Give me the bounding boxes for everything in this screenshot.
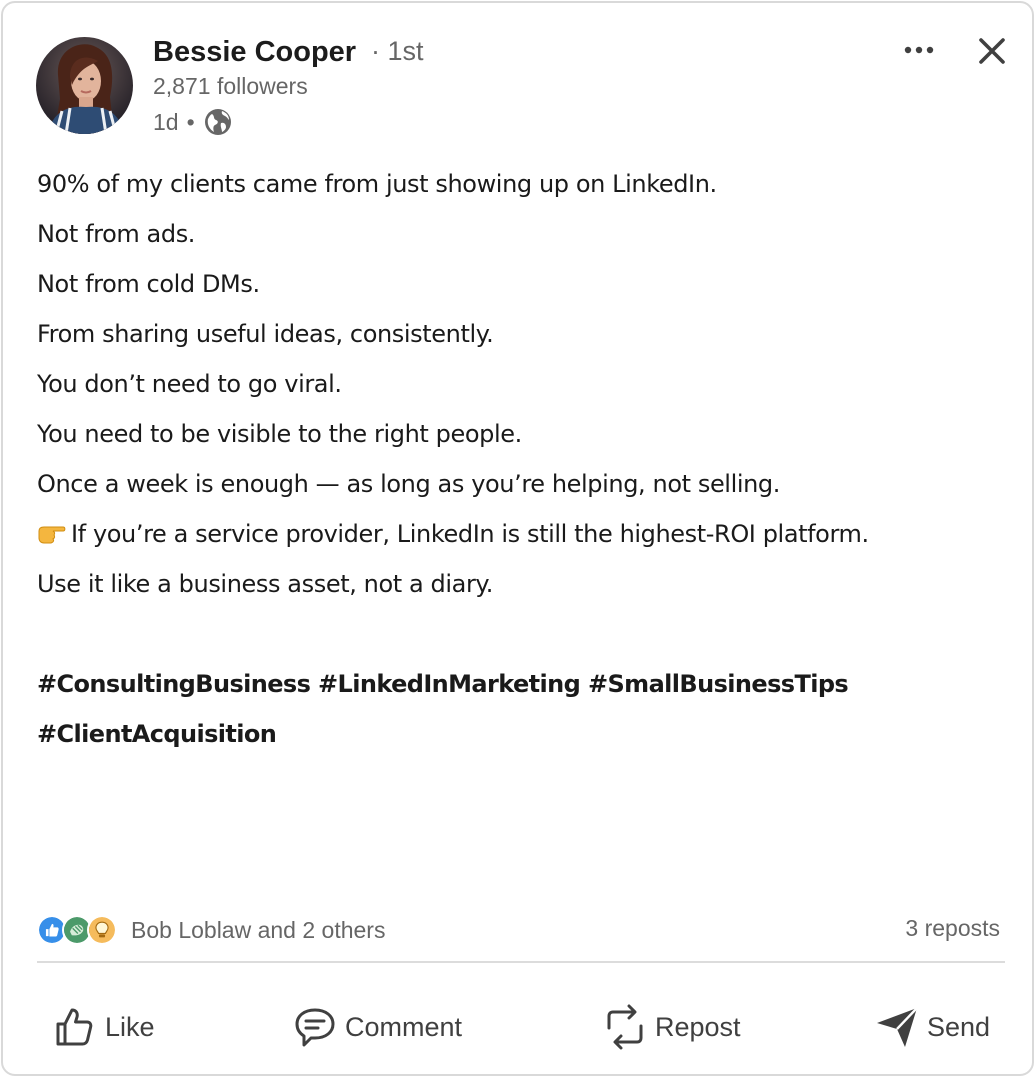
repost-icon	[607, 1004, 643, 1050]
reactors-text[interactable]: Bob Loblaw and 2 others	[131, 917, 385, 944]
more-options-icon[interactable]	[901, 35, 937, 65]
repost-label: Repost	[655, 1011, 741, 1042]
post-text-line: Use it like a business asset, not a diar…	[37, 570, 494, 598]
repost-count[interactable]: 3 reposts	[905, 915, 1000, 942]
author-avatar[interactable]	[36, 37, 133, 134]
divider	[37, 961, 1005, 963]
send-button[interactable]: Send	[875, 999, 990, 1055]
post-meta: 1d •	[153, 107, 233, 137]
post-text-line: You need to be visible to the right peop…	[37, 420, 522, 448]
thumbs-up-icon	[56, 1008, 93, 1046]
reaction-summary[interactable]: Bob Loblaw and 2 others	[37, 913, 385, 947]
post-time: 1d	[153, 108, 179, 135]
author-name[interactable]: Bessie Cooper	[153, 36, 356, 69]
globe-icon	[204, 109, 231, 135]
post-text-line: From sharing useful ideas, consistently.	[37, 320, 494, 348]
comment-button[interactable]: Comment	[293, 999, 462, 1055]
post-body: 90% of my clients came from just showing…	[37, 163, 997, 763]
follower-count: 2,871 followers	[153, 73, 308, 99]
connection-degree: · 1st	[371, 36, 424, 66]
hashtags[interactable]: #ClientAcquisition	[37, 713, 997, 763]
comment-icon	[295, 1008, 335, 1047]
post-card: Bessie Cooper · 1st 2,871 followers 1d •…	[1, 1, 1034, 1076]
hashtags[interactable]: #ConsultingBusiness #LinkedInMarketing #…	[37, 663, 997, 713]
repost-button[interactable]: Repost	[603, 999, 741, 1055]
post-text-line: If you’re a service provider, LinkedIn i…	[71, 520, 869, 548]
like-label: Like	[105, 1011, 155, 1042]
post-text-line: You don’t need to go viral.	[37, 370, 342, 398]
pointing-hand-emoji-icon	[38, 526, 66, 544]
post-text-line: Not from ads.	[37, 220, 196, 248]
send-label: Send	[927, 1011, 991, 1042]
post-text-line: Not from cold DMs.	[37, 270, 260, 298]
insightful-reaction-icon	[87, 915, 117, 945]
meta-separator: •	[186, 108, 195, 135]
comment-label: Comment	[345, 1011, 463, 1042]
send-icon	[877, 1007, 918, 1047]
post-text-line: Once a week is enough — as long as you’r…	[37, 470, 780, 498]
post-text-line: 90% of my clients came from just showing…	[37, 170, 717, 198]
post-text-line-with-emoji: If you’re a service provider, LinkedIn i…	[37, 513, 997, 563]
close-icon[interactable]	[973, 32, 1011, 70]
like-button[interactable]: Like	[53, 999, 155, 1055]
